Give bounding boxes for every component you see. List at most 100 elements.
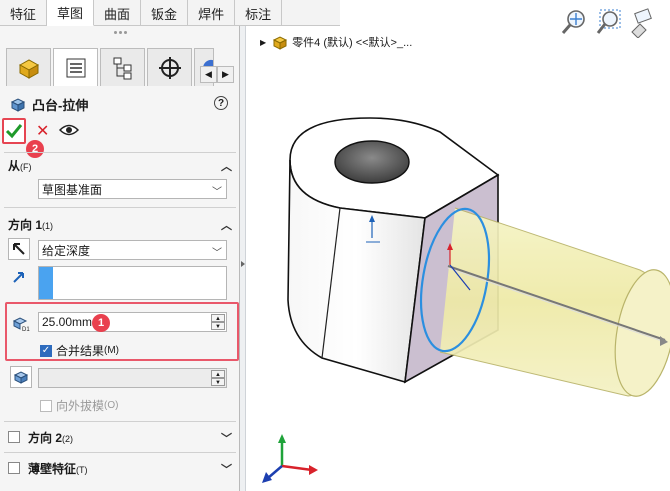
draft-spinner[interactable]: ▲ ▼ bbox=[211, 370, 225, 386]
reference-triad bbox=[262, 434, 318, 483]
expand-triangle-icon[interactable]: ▶ bbox=[260, 38, 266, 47]
through-hole bbox=[334, 140, 410, 184]
tab-sheet-metal[interactable]: 钣金 bbox=[141, 0, 189, 26]
direction2-label: 方向 2 bbox=[28, 430, 63, 445]
heads-up-view-toolbar bbox=[560, 8, 656, 39]
merge-result-checkbox[interactable]: ✓ 合并结果 (M) bbox=[40, 342, 119, 359]
depth-input[interactable]: 25.00mm ▲ ▼ bbox=[38, 312, 227, 332]
part-icon bbox=[18, 58, 39, 79]
svg-text:D1: D1 bbox=[22, 327, 30, 332]
direction2-hotkey: (2) bbox=[62, 433, 74, 444]
command-manager-tabs: 特征 草图 曲面 钣金 焊件 标注 bbox=[0, 0, 340, 26]
checkbox-unchecked-icon bbox=[40, 399, 52, 412]
direction1-hotkey: (1) bbox=[42, 220, 54, 231]
from-section-header[interactable]: 从(F) ︿ bbox=[8, 156, 234, 174]
boss-extrude-icon bbox=[10, 98, 26, 112]
cancel-button[interactable]: ✕ bbox=[36, 121, 49, 141]
from-label: 从 bbox=[8, 158, 21, 173]
close-icon: ✕ bbox=[36, 123, 50, 140]
direction-vector-icon bbox=[8, 266, 30, 288]
from-hotkey: (F) bbox=[20, 161, 32, 172]
ok-button[interactable] bbox=[2, 118, 26, 144]
divider bbox=[4, 207, 236, 208]
direction2-section-header[interactable]: 方向 2(2) ﹀ bbox=[8, 428, 234, 446]
preview-button[interactable] bbox=[59, 123, 80, 140]
from-condition-select[interactable]: 草图基准面 ﹀ bbox=[38, 179, 227, 199]
from-condition-value: 草图基准面 bbox=[42, 182, 103, 197]
checkbox-unchecked-icon bbox=[8, 431, 20, 443]
splitter-handle-icon bbox=[241, 261, 245, 267]
direction1-section-header[interactable]: 方向 1(1) ︿ bbox=[8, 215, 234, 233]
feature-tree-flyout[interactable]: ▶ 零件4 (默认) <<默认>_... bbox=[260, 33, 412, 51]
property-list-icon bbox=[66, 58, 85, 77]
collapse-chevron-icon[interactable]: ︿ bbox=[221, 217, 232, 233]
step-badge-1: 1 bbox=[92, 314, 110, 332]
thin-feature-hotkey: (T) bbox=[76, 464, 88, 475]
panel-splitter[interactable] bbox=[240, 26, 246, 491]
zoom-to-fit-button[interactable] bbox=[560, 8, 588, 38]
checkbox-unchecked-icon bbox=[8, 462, 20, 474]
checkmark-icon bbox=[5, 124, 23, 139]
configuration-manager-tab[interactable] bbox=[100, 48, 145, 86]
scroll-left-icon[interactable]: ◀ bbox=[200, 66, 217, 83]
feature-title: 凸台-拉伸 bbox=[32, 97, 89, 113]
divider bbox=[4, 452, 236, 453]
direction1-label: 方向 1 bbox=[8, 217, 43, 232]
zoom-to-fit-icon bbox=[561, 10, 585, 34]
reverse-direction-icon bbox=[13, 243, 25, 255]
eye-icon bbox=[59, 124, 80, 135]
scroll-right-icon[interactable]: ▶ bbox=[217, 66, 234, 83]
property-manager-tab[interactable] bbox=[53, 48, 98, 86]
divider bbox=[4, 152, 236, 153]
chevron-down-icon: ﹀ bbox=[212, 187, 222, 198]
draft-outward-label: 向外拔模 bbox=[56, 399, 105, 413]
chevron-down-icon: ﹀ bbox=[212, 248, 222, 259]
part-icon bbox=[273, 36, 288, 50]
previous-view-button[interactable] bbox=[628, 8, 656, 39]
divider bbox=[4, 421, 236, 422]
depth-value: 25.00mm bbox=[42, 315, 93, 329]
help-icon[interactable]: ? bbox=[214, 96, 228, 110]
solidworks-window: 特征 草图 曲面 钣金 焊件 标注 ◀ ▶ 凸台-拉伸 ? ✕ 2 从(F) ︿… bbox=[0, 0, 670, 491]
model-preview bbox=[262, 117, 670, 483]
zoom-to-area-icon bbox=[596, 9, 621, 34]
tab-features[interactable]: 特征 bbox=[0, 0, 48, 26]
draft-icon bbox=[13, 371, 29, 384]
thin-feature-label: 薄壁特征 bbox=[28, 461, 77, 476]
tab-weldments[interactable]: 焊件 bbox=[188, 0, 236, 26]
direction2-checkbox[interactable] bbox=[8, 431, 24, 443]
configuration-tree-icon bbox=[113, 57, 131, 79]
selection-indicator bbox=[39, 267, 53, 299]
draft-angle-input[interactable]: ▲ ▼ bbox=[38, 368, 227, 388]
expand-chevron-icon[interactable]: ﹀ bbox=[221, 430, 232, 446]
tab-scroll-arrows: ◀ ▶ bbox=[200, 66, 234, 84]
feature-header: 凸台-拉伸 ? bbox=[10, 94, 232, 114]
draft-outward-checkbox[interactable]: 向外拔模 (O) bbox=[40, 397, 118, 414]
tab-sketch[interactable]: 草图 bbox=[47, 0, 95, 26]
merge-result-hotkey: (M) bbox=[104, 345, 120, 356]
zoom-to-area-button[interactable] bbox=[594, 8, 622, 38]
tab-surfaces[interactable]: 曲面 bbox=[94, 0, 142, 26]
collapse-chevron-icon[interactable]: ︿ bbox=[221, 158, 232, 174]
draft-toggle-button[interactable] bbox=[10, 366, 32, 388]
tab-annotation[interactable]: 标注 bbox=[235, 0, 283, 26]
thin-feature-checkbox[interactable] bbox=[8, 462, 24, 474]
end-condition-value: 给定深度 bbox=[42, 243, 91, 258]
draft-outward-hotkey: (O) bbox=[104, 400, 119, 411]
crosshair-icon bbox=[158, 56, 181, 79]
feature-manager-tab[interactable] bbox=[6, 48, 51, 86]
depth-spinner[interactable]: ▲ ▼ bbox=[211, 314, 225, 330]
expand-chevron-icon[interactable]: ﹀ bbox=[221, 461, 232, 477]
checkbox-checked-icon: ✓ bbox=[40, 344, 52, 357]
merge-result-label: 合并结果 bbox=[56, 344, 105, 358]
previous-view-icon bbox=[631, 8, 652, 39]
panel-grip[interactable] bbox=[110, 31, 130, 39]
reverse-direction-button[interactable] bbox=[8, 238, 30, 260]
part-name: 零件4 (默认) <<默认>_... bbox=[292, 37, 413, 49]
dimxpert-manager-tab[interactable] bbox=[147, 48, 192, 86]
end-condition-select[interactable]: 给定深度 ﹀ bbox=[38, 240, 227, 260]
direction-selection-box[interactable] bbox=[38, 266, 227, 300]
graphics-viewport[interactable] bbox=[247, 26, 670, 491]
thin-feature-section-header[interactable]: 薄壁特征(T) ﹀ bbox=[8, 459, 234, 477]
depth-dimension-icon: D1 bbox=[10, 312, 32, 334]
